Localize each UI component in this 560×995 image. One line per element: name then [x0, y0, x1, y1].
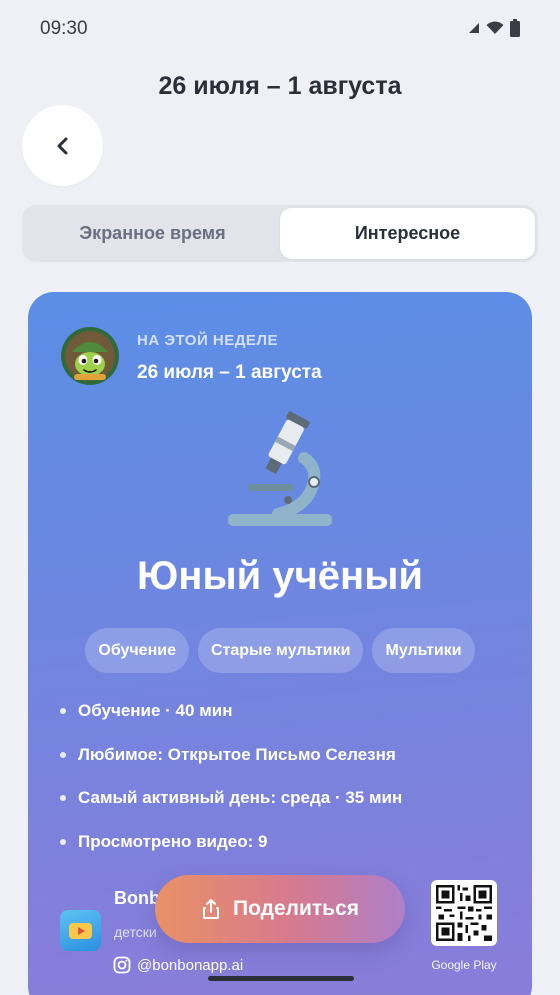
brand-subtitle: детски	[114, 924, 157, 940]
back-button[interactable]	[22, 105, 103, 186]
badge-title: Юный учёный	[137, 554, 423, 598]
home-indicator[interactable]	[208, 976, 354, 981]
list-item: Обучение · 40 мин	[58, 700, 402, 744]
category-chips: Обучение Старые мультики Мультики	[28, 628, 532, 673]
stat-text: Просмотрено видео: 9	[78, 831, 268, 851]
qr-code	[431, 880, 497, 946]
instagram-handle: @bonbonapp.ai	[137, 956, 244, 974]
qr-code-icon	[436, 885, 492, 941]
week-label: НА ЭТОЙ НЕДЕЛЕ	[137, 332, 278, 349]
tab-bar: Экранное время Интересное	[22, 205, 538, 262]
status-time: 09:30	[40, 18, 88, 39]
qr-caption: Google Play	[431, 958, 497, 972]
list-item: Просмотрено видео: 9	[58, 831, 402, 875]
app-logo-icon	[60, 910, 101, 951]
turtle-avatar-icon	[61, 327, 119, 385]
stats-list: Обучение · 40 мин Любимое: Открытое Пись…	[58, 700, 402, 874]
play-logo-icon	[69, 923, 92, 939]
chip-cartoons: Мультики	[372, 628, 475, 673]
bullet-dot	[60, 795, 66, 801]
list-item: Самый активный день: среда · 35 мин	[58, 787, 402, 831]
share-button[interactable]: Поделиться	[155, 875, 405, 943]
instagram-icon	[113, 956, 131, 974]
status-bar: 09:30	[0, 0, 560, 56]
chip-learning: Обучение	[85, 628, 189, 673]
brand-name: Bonb	[114, 888, 160, 908]
stat-text: Обучение · 40 мин	[78, 701, 233, 720]
page-title: 26 июля – 1 августа	[158, 72, 402, 100]
battery-icon	[510, 19, 520, 37]
microscope-icon	[228, 411, 332, 526]
chevron-left-icon	[57, 137, 67, 154]
stat-text: Любимое: Открытое Письмо Селезня	[78, 744, 396, 764]
status-icons	[468, 19, 520, 37]
wifi-icon	[486, 21, 504, 34]
share-label: Поделиться	[232, 897, 360, 920]
stat-text: Самый активный день: среда · 35 мин	[78, 788, 403, 807]
list-item: Любимое: Открытое Письмо Селезня	[58, 744, 402, 788]
tab-interesting[interactable]: Интересное	[280, 208, 535, 259]
chip-old-cartoons: Старые мультики	[197, 628, 364, 673]
tab-screen-time[interactable]: Экранное время	[25, 208, 280, 259]
instagram-link: @bonbonapp.ai	[113, 956, 243, 974]
bullet-dot	[60, 708, 66, 714]
week-range: 26 июля – 1 августа	[137, 362, 322, 383]
signal-icon	[469, 23, 479, 33]
bullet-dot	[60, 838, 66, 845]
bullet-dot	[60, 751, 66, 758]
share-icon	[202, 899, 219, 919]
